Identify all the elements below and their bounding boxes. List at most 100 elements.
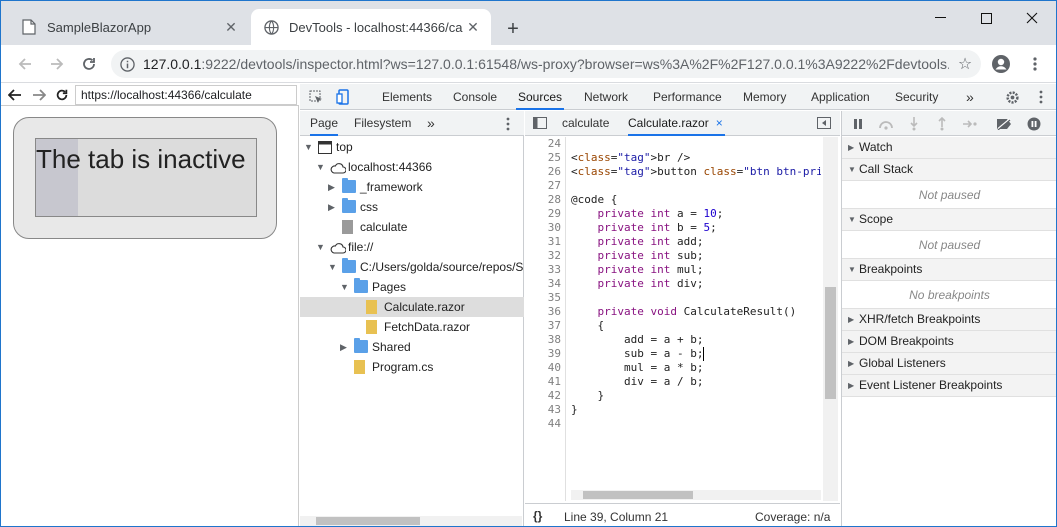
close-window-icon[interactable] (1009, 7, 1055, 29)
tree-item[interactable]: ▶ css (300, 197, 524, 217)
code-line[interactable]: sub = a - b; (571, 347, 703, 361)
gear-icon[interactable] (1002, 87, 1022, 107)
tab-calculate[interactable]: calculate (562, 111, 609, 136)
step-over-icon[interactable] (876, 114, 896, 134)
line-number[interactable]: 32 (548, 249, 561, 263)
info-icon[interactable] (111, 56, 143, 72)
minimize-icon[interactable] (917, 7, 963, 29)
account-icon[interactable] (989, 52, 1013, 76)
tab-sampleblazorapp[interactable]: SampleBlazorApp ✕ (9, 9, 249, 45)
step-into-icon[interactable] (904, 114, 924, 134)
code-line[interactable]: { (571, 319, 604, 333)
tab-filesystem[interactable]: Filesystem (354, 111, 411, 136)
code-line[interactable]: private int add; (571, 235, 704, 249)
pretty-print-button[interactable]: {} (533, 509, 542, 523)
back-arrow-icon[interactable] (13, 52, 37, 76)
line-number[interactable]: 39 (548, 347, 561, 361)
new-tab-button[interactable]: + (501, 17, 525, 41)
step-out-icon[interactable] (932, 114, 952, 134)
tab-calculate-razor[interactable]: Calculate.razor × (628, 111, 725, 136)
code-line[interactable]: } (571, 403, 578, 417)
code-content[interactable]: <class="tag">br /> <class="tag">button cl… (571, 137, 821, 501)
tree-item[interactable]: ▶ _framework (300, 177, 524, 197)
collapse-arrow-icon[interactable]: ▶ (848, 353, 854, 374)
reload-icon[interactable] (52, 85, 72, 105)
code-line[interactable]: private int sub; (571, 249, 704, 263)
menu-dots-icon[interactable] (1031, 87, 1051, 107)
debugger-section[interactable]: ▶ DOM Breakpoints (842, 331, 1056, 353)
code-line[interactable]: <class="tag">button class="btn btn-prima… (571, 165, 821, 179)
code-line[interactable]: } (571, 389, 604, 403)
debugger-section[interactable]: ▶ Global Listeners (842, 353, 1056, 375)
line-number[interactable]: 34 (548, 277, 561, 291)
line-number[interactable]: 25 (548, 151, 561, 165)
tree-item[interactable]: ▼ top (300, 137, 524, 157)
bookmark-star-icon[interactable]: ☆ (949, 54, 981, 74)
code-line[interactable]: private int div; (571, 277, 704, 291)
code-line[interactable]: private void CalculateResult() (571, 305, 797, 319)
code-line[interactable]: private int a = 10; (571, 207, 724, 221)
collapse-arrow-icon[interactable]: ▶ (848, 137, 854, 158)
line-gutter[interactable]: 24 25 26 27 28 29 30 31 32 33 34 35 36 37 38 39 40 41 42 43… (525, 137, 566, 501)
line-number[interactable]: 28 (548, 193, 561, 207)
debugger-section[interactable]: ▼ Breakpoints (842, 259, 1056, 281)
tree-item[interactable]: ▼ localhost:44366 (300, 157, 524, 177)
tree-item[interactable]: ▼ file:// (300, 237, 524, 257)
more-tabs-icon[interactable]: » (427, 111, 435, 136)
line-number[interactable]: 37 (548, 319, 561, 333)
tree-item[interactable]: ▼ Pages (300, 277, 524, 297)
tab-sources[interactable]: Sources (516, 84, 565, 110)
expand-arrow-icon[interactable]: ▼ (340, 277, 350, 297)
debugger-section[interactable]: ▼ Scope (842, 209, 1056, 231)
close-tab-icon[interactable]: ✕ (463, 17, 483, 37)
tree-item[interactable]: Program.cs (300, 357, 524, 377)
editor-horizontal-scrollbar[interactable] (571, 490, 821, 500)
line-number[interactable]: 38 (548, 333, 561, 347)
code-line[interactable]: private int mul; (571, 263, 704, 277)
line-number[interactable]: 24 (548, 137, 561, 151)
code-line[interactable]: <class="tag">br /> (571, 151, 690, 165)
deactivate-breakpoints-icon[interactable] (994, 114, 1014, 134)
expand-arrow-icon[interactable]: ▼ (316, 157, 326, 177)
tab-security[interactable]: Security (893, 84, 940, 110)
code-line[interactable]: add = a + b; (571, 333, 703, 347)
expand-arrow-icon[interactable]: ▼ (316, 237, 326, 257)
debugger-section[interactable]: ▶ Event Listener Breakpoints (842, 375, 1056, 397)
back-arrow-icon[interactable] (5, 85, 25, 105)
collapse-arrow-icon[interactable]: ▶ (328, 197, 338, 217)
line-number[interactable]: 42 (548, 389, 561, 403)
line-number[interactable]: 35 (548, 291, 561, 305)
address-bar[interactable]: 127.0.0.1:9222/devtools/inspector.html?w… (111, 50, 981, 78)
code-line[interactable]: mul = a * b; (571, 361, 703, 375)
close-tab-icon[interactable]: ✕ (221, 17, 241, 37)
expand-arrow-icon[interactable]: ▼ (304, 137, 314, 157)
forward-arrow-icon[interactable] (45, 52, 69, 76)
tab-application[interactable]: Application (809, 84, 872, 110)
tab-memory[interactable]: Memory (741, 84, 788, 110)
expand-arrow-icon[interactable]: ▼ (848, 159, 856, 180)
expand-arrow-icon[interactable]: ▼ (848, 259, 856, 280)
collapse-arrow-icon[interactable]: ▶ (848, 309, 854, 330)
reload-icon[interactable] (77, 52, 101, 76)
pause-on-exceptions-icon[interactable] (1024, 114, 1044, 134)
close-icon[interactable]: × (716, 111, 723, 136)
code-line[interactable]: private int b = 5; (571, 221, 717, 235)
line-number[interactable]: 26 (548, 165, 561, 179)
line-number[interactable]: 30 (548, 221, 561, 235)
menu-dots-icon[interactable] (1023, 52, 1047, 76)
collapse-arrow-icon[interactable]: ▶ (328, 177, 338, 197)
tree-item[interactable]: calculate (300, 217, 524, 237)
debugger-section[interactable]: ▼ Call Stack (842, 159, 1056, 181)
line-number[interactable]: 40 (548, 361, 561, 375)
line-number[interactable]: 36 (548, 305, 561, 319)
screencast-url-input[interactable]: https://localhost:44366/calculate (75, 85, 297, 105)
toggle-navigator-icon[interactable] (533, 111, 547, 136)
tab-page[interactable]: Page (310, 111, 339, 136)
navigator-scrollbar[interactable] (300, 516, 522, 526)
more-tabs-icon[interactable]: » (964, 84, 976, 110)
tab-console[interactable]: Console (451, 84, 499, 110)
tree-item[interactable]: FetchData.razor (300, 317, 524, 337)
maximize-icon[interactable] (963, 7, 1009, 29)
collapse-arrow-icon[interactable]: ▶ (848, 375, 854, 396)
step-icon[interactable] (960, 114, 980, 134)
